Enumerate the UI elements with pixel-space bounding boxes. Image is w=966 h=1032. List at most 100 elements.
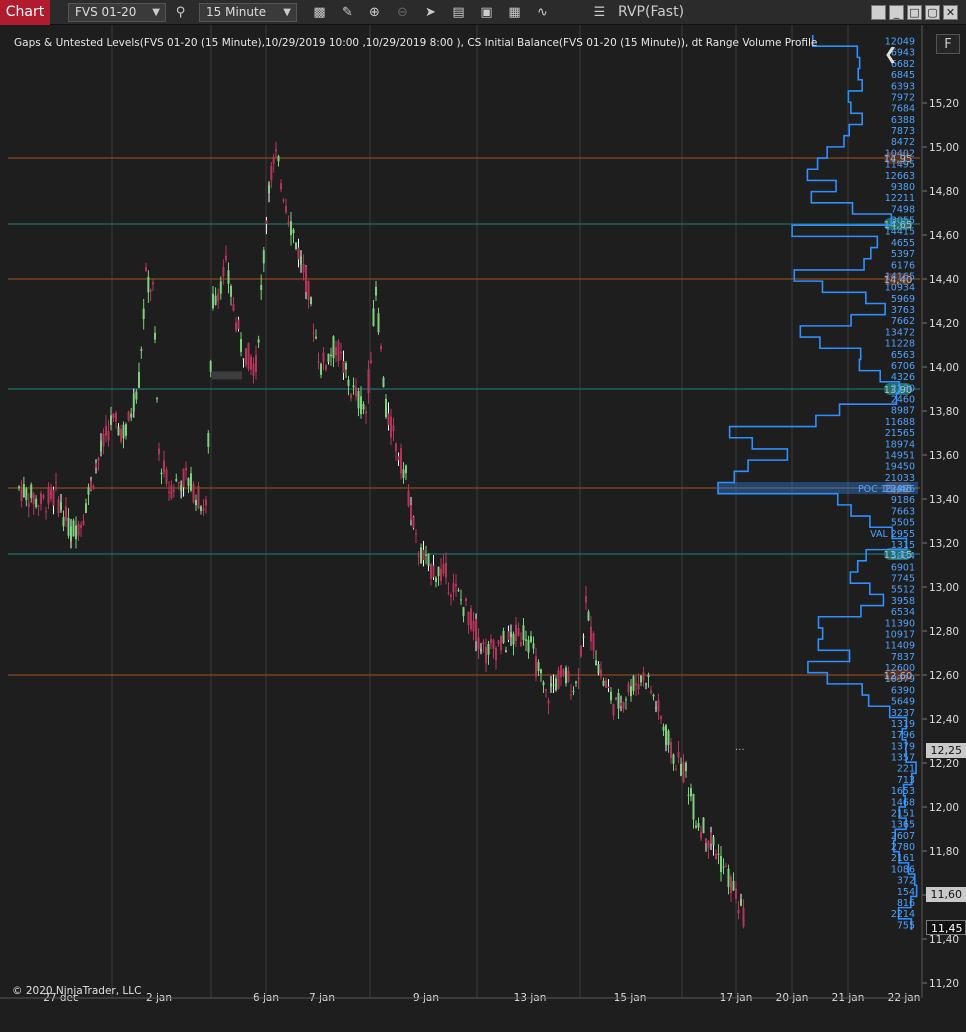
candle-body	[87, 487, 90, 495]
candle-body	[415, 533, 417, 535]
candle-body	[260, 285, 263, 291]
price-tick-label: 13,00	[929, 582, 959, 594]
candle-body	[670, 742, 672, 758]
strategies-icon[interactable]: ▦	[505, 3, 524, 22]
candle-body	[80, 524, 82, 529]
volume-label: 14415	[885, 227, 915, 238]
close-button[interactable]: ✕	[943, 5, 958, 20]
indicators-icon[interactable]: ∿	[533, 3, 552, 22]
price-tag-last: 11,45	[926, 920, 966, 935]
candle-body	[452, 583, 455, 593]
candle-body	[602, 680, 605, 686]
zoom-in-icon[interactable]: ⊕	[365, 3, 384, 22]
f-button[interactable]: F	[936, 34, 960, 54]
candle-body	[77, 523, 80, 536]
candle-body	[540, 669, 542, 674]
volume-label: 10934	[885, 283, 915, 294]
candle-body	[700, 832, 702, 839]
volume-label: 713	[897, 775, 915, 786]
volume-label: 2161	[891, 853, 915, 864]
volume-label: 7498	[891, 204, 915, 215]
volume-label: 6563	[891, 350, 915, 361]
volume-label: 221	[897, 764, 915, 775]
collapse-button[interactable]	[871, 5, 886, 20]
candle-body	[392, 425, 395, 432]
candle-body	[712, 836, 715, 846]
volume-label: 11409	[885, 641, 915, 652]
candle-body	[672, 754, 675, 764]
volume-label: 372	[897, 876, 915, 887]
candle-body	[25, 488, 28, 501]
candle-body	[547, 700, 550, 704]
candle-body	[455, 584, 457, 587]
candle-body	[625, 699, 627, 701]
candle-body	[340, 351, 342, 353]
restore-button[interactable]: ▢	[925, 5, 940, 20]
volume-label: 1315	[891, 540, 915, 551]
price-tick-label: 13,20	[929, 538, 959, 550]
select-icon[interactable]: ➤	[421, 3, 440, 22]
zoom-out-icon[interactable]: ⊖	[393, 3, 412, 22]
candle-body	[237, 319, 240, 329]
candle-body	[580, 645, 582, 656]
interval-selector[interactable]: 15 Minute ▼	[199, 3, 297, 22]
search-icon[interactable]: ⚲	[171, 3, 190, 22]
properties-icon[interactable]: ▤	[449, 3, 468, 22]
candle-body	[435, 577, 437, 582]
candle-body	[182, 468, 185, 488]
candle-body	[297, 247, 300, 260]
volume-label: 4655	[891, 238, 915, 249]
candle-body	[597, 664, 600, 674]
instrument-selector[interactable]: FVS 01-20 ▼	[68, 3, 166, 22]
candle-body	[550, 683, 552, 687]
back-arrow-icon[interactable]: ❮	[884, 44, 897, 63]
price-tick-label: 11,80	[929, 846, 959, 858]
candle-body	[557, 670, 560, 689]
candle-body	[370, 360, 372, 364]
candle-body	[95, 463, 97, 468]
candle-body	[472, 620, 475, 632]
chart-tab[interactable]: Chart	[0, 0, 50, 25]
price-tick-label: 12,20	[929, 758, 959, 770]
candle-body	[595, 660, 597, 666]
candle-body	[355, 386, 357, 397]
candle-body	[692, 793, 695, 820]
volume-label: 7837	[891, 652, 915, 663]
candle-body	[62, 517, 65, 527]
candle-body	[707, 840, 710, 849]
minimize-button[interactable]: _	[889, 5, 904, 20]
maximize-button[interactable]: □	[907, 5, 922, 20]
volume-label: 6176	[891, 260, 915, 271]
draw-icon[interactable]: ✎	[338, 3, 357, 22]
candle-body	[620, 702, 622, 706]
menu-icon[interactable]: ☰	[590, 3, 609, 22]
candle-body	[347, 379, 350, 386]
price-tick-label: 12,00	[929, 802, 959, 814]
candle-body	[375, 286, 377, 296]
candle-body	[585, 596, 587, 603]
candle-body	[262, 250, 265, 264]
candle-body	[185, 467, 187, 471]
volume-label: 7972	[891, 92, 915, 103]
candle-body	[172, 489, 175, 492]
candle-body	[532, 643, 535, 649]
candle-body	[520, 642, 522, 646]
bar-type-icon[interactable]: ▩	[310, 3, 329, 22]
candle-body	[32, 493, 35, 505]
volume-label: 4326	[891, 372, 915, 383]
chart-panel[interactable]: 14,9514,6514,4013,9013,4513,1512,60 POC …	[0, 25, 966, 1032]
candle-body	[737, 909, 740, 914]
candle-body	[705, 839, 707, 844]
candle-body	[665, 725, 667, 745]
volume-label: 8472	[891, 137, 915, 148]
candle-body	[475, 618, 477, 642]
chart-background	[0, 25, 966, 1032]
candle-body	[587, 611, 590, 621]
candle-body	[662, 726, 665, 731]
candle-body	[212, 293, 214, 309]
volume-label: 5397	[891, 249, 915, 260]
candle-body	[685, 762, 687, 772]
candle-body	[567, 670, 570, 683]
templates-icon[interactable]: ▣	[477, 3, 496, 22]
candle-body	[195, 499, 197, 506]
